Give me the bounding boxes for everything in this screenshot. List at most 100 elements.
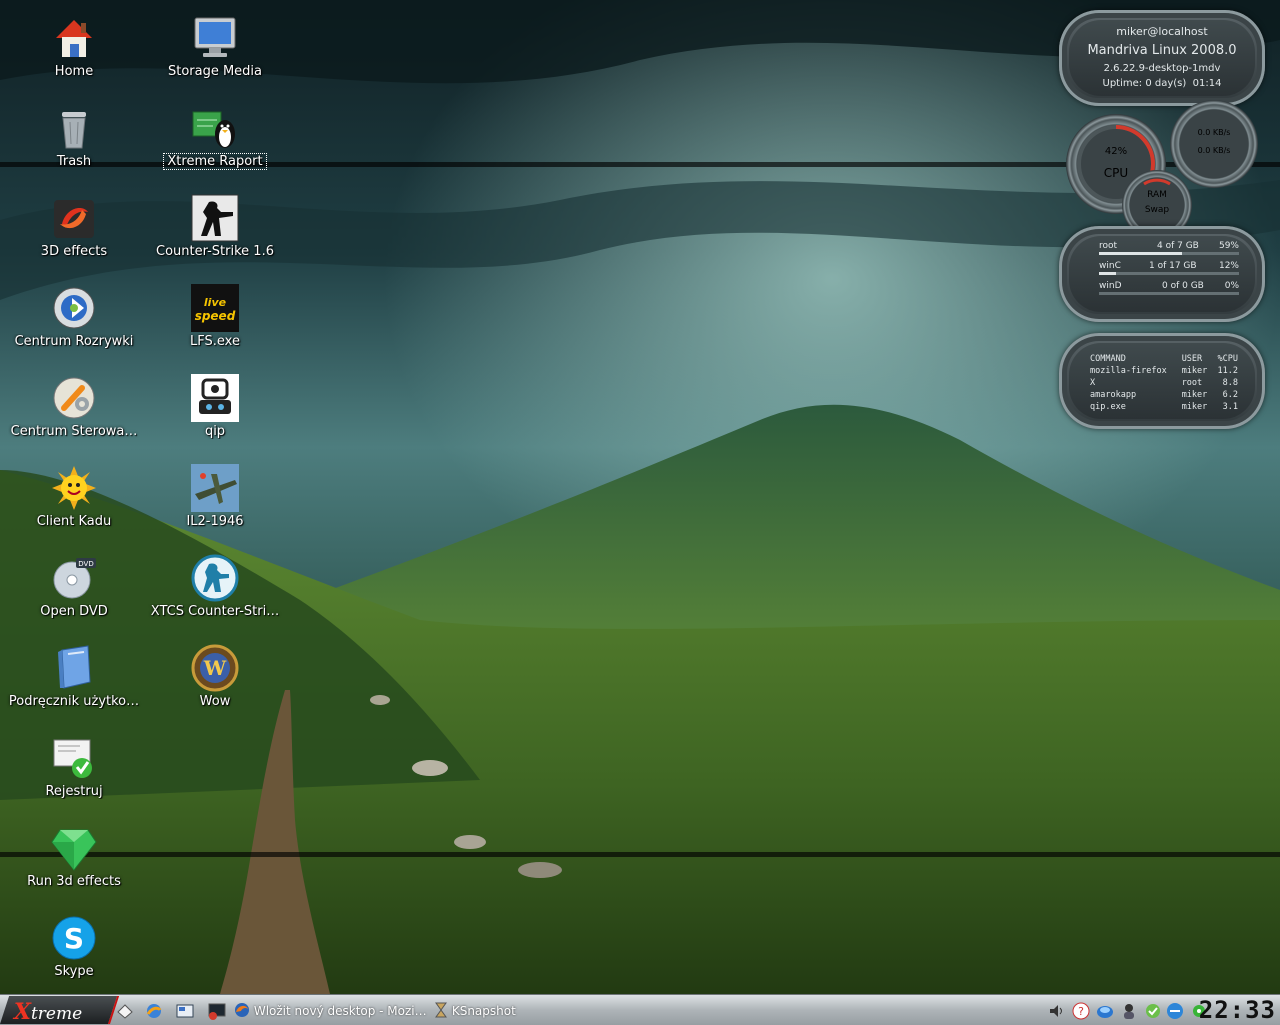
disk-bar xyxy=(1099,292,1239,295)
icon-label: Centrum Rozrywki xyxy=(14,334,134,349)
task-label: Wložit nový desktop - Mozi… xyxy=(253,1004,427,1018)
svg-text:?: ? xyxy=(1078,1005,1084,1018)
desktop-icon-home[interactable]: Home xyxy=(4,14,144,83)
show-desktop-icon[interactable] xyxy=(116,1002,134,1020)
desktop-icon-trash[interactable]: Trash xyxy=(4,104,144,173)
clock[interactable]: 22:33 xyxy=(1199,997,1276,1023)
disk-percent: 59% xyxy=(1218,241,1239,251)
icon-label: Skype xyxy=(54,964,94,979)
volume-icon[interactable] xyxy=(1048,1002,1066,1020)
icon-label: Counter-Strike 1.6 xyxy=(156,244,274,259)
desktop-icon-rejestruj[interactable]: Rejestruj xyxy=(4,734,144,803)
icon-label: Podręcznik użytko… xyxy=(8,694,140,709)
desktop-icon-qip[interactable]: qip xyxy=(145,374,285,443)
network-tray-icon[interactable] xyxy=(1096,1002,1114,1020)
col-user: USER xyxy=(1181,354,1203,364)
process-list-widget: COMMAND USER %CPU mozilla-firefox miker … xyxy=(1059,333,1265,429)
desktop-icon-wow[interactable]: W Wow xyxy=(145,644,285,713)
manual-book-icon xyxy=(58,645,91,689)
svg-text:live: live xyxy=(204,296,227,309)
disk-usage: 1 of 17 GB xyxy=(1149,261,1197,271)
start-menu-logo: Xtreme xyxy=(13,999,83,1025)
disk-name: root xyxy=(1099,241,1118,251)
desktop-icon-counter-strike[interactable]: Counter-Strike 1.6 xyxy=(145,194,285,263)
desktop-icon-il2-1946[interactable]: IL2-1946 xyxy=(145,464,285,533)
home-icon xyxy=(56,20,92,57)
skype-icon: S xyxy=(52,916,96,960)
svg-text:W: W xyxy=(203,656,227,680)
il2-plane-icon xyxy=(191,464,239,512)
taskbar: Xtreme Wložit nový desktop - Mozi… KSnap… xyxy=(0,994,1280,1025)
browser-launcher-icon[interactable] xyxy=(145,1002,163,1020)
disk-row-root: root 4 of 7 GB 59% xyxy=(1099,241,1239,255)
col-cpu: %CPU xyxy=(1217,354,1238,364)
messenger-tray-icon[interactable] xyxy=(1166,1002,1184,1020)
icon-label: LFS.exe xyxy=(190,334,240,349)
xtcs-icon xyxy=(191,554,239,602)
tux-report-icon xyxy=(192,111,235,148)
net-upload: 0.0 KB/s xyxy=(1197,128,1231,137)
disk-row-winc: winC 1 of 17 GB 12% xyxy=(1099,261,1239,275)
user-host: miker@localhost xyxy=(1116,25,1208,38)
disk-bar xyxy=(1099,272,1239,275)
control-center-icon xyxy=(53,377,95,419)
icon-label: qip xyxy=(204,424,226,439)
disk-row-wind: winD 0 of 0 GB 0% xyxy=(1099,281,1239,295)
desktop-icon-lfs[interactable]: live speed LFS.exe xyxy=(145,284,285,353)
task-firefox[interactable]: Wložit nový desktop - Mozi… xyxy=(234,1001,428,1021)
disk-percent: 12% xyxy=(1218,261,1239,271)
desktop-icon-skype[interactable]: S Skype xyxy=(4,914,144,983)
desktop-icon-client-kadu[interactable]: Client Kadu xyxy=(4,464,144,533)
task-label: KSnapshot xyxy=(451,1004,516,1018)
desktop-icon-run-3d-effects[interactable]: Run 3d effects xyxy=(4,824,144,893)
svg-text:speed: speed xyxy=(195,309,236,323)
disk-usage: 0 of 0 GB xyxy=(1162,281,1204,291)
file-manager-icon[interactable] xyxy=(176,1002,194,1020)
icon-label: Wow xyxy=(199,694,231,709)
desktop-icon-centrum-rozrywki[interactable]: Centrum Rozrywki xyxy=(4,284,144,353)
trash-icon xyxy=(62,112,86,149)
3d-effects-icon xyxy=(54,200,94,238)
start-menu-button[interactable]: Xtreme xyxy=(0,996,120,1025)
user-tray-icon[interactable] xyxy=(1120,1002,1138,1020)
wow-icon: W xyxy=(191,644,239,692)
ram-label: RAM xyxy=(1147,190,1167,200)
desktop-icon-podrecznik[interactable]: Podręcznik użytko… xyxy=(4,644,144,713)
icon-label: Run 3d effects xyxy=(27,874,121,889)
counter-strike-icon xyxy=(191,194,239,242)
col-command: COMMAND xyxy=(1090,354,1126,364)
disk-name: winC xyxy=(1099,261,1121,271)
desktop-icon-3d-effects[interactable]: 3D effects xyxy=(4,194,144,263)
desktop-icon-storage-media[interactable]: Storage Media xyxy=(145,14,285,83)
svg-text:DVD: DVD xyxy=(78,560,93,568)
icon-label: Trash xyxy=(56,154,92,169)
svg-text:S: S xyxy=(64,922,84,955)
icon-label: Xtreme Raport xyxy=(163,153,267,170)
monitor-icon xyxy=(194,17,236,57)
disk-bar xyxy=(1099,252,1239,255)
table-row: mozilla-firefox miker 11.2 xyxy=(1090,366,1238,376)
help-icon[interactable]: ? xyxy=(1072,1002,1090,1020)
uptime: Uptime: 0 day(s) 01:14 xyxy=(1059,78,1265,89)
icon-label: 3D effects xyxy=(40,244,108,259)
system-info-widget: miker@localhost Mandriva Linux 2008.0 2.… xyxy=(1059,10,1265,106)
icon-label: IL2-1946 xyxy=(186,514,244,529)
desktop-icon-xtcs[interactable]: XTCS Counter-Stri… xyxy=(145,554,285,623)
desktop-icon-xtreme-raport[interactable]: Xtreme Raport xyxy=(145,104,285,173)
swap-label: Swap xyxy=(1144,205,1170,215)
table-row: X root 8.8 xyxy=(1090,378,1238,388)
table-header: COMMAND USER %CPU xyxy=(1089,353,1239,365)
qip-icon xyxy=(191,374,239,422)
icon-label: Centrum Sterowa… xyxy=(10,424,138,439)
desktop-icon-open-dvd[interactable]: DVD Open DVD xyxy=(4,554,144,623)
terminal-icon[interactable] xyxy=(208,1002,226,1020)
desktop-icon-centrum-sterowania[interactable]: Centrum Sterowa… xyxy=(4,374,144,443)
icon-label: Open DVD xyxy=(40,604,108,619)
disk-name: winD xyxy=(1099,281,1122,291)
updates-icon[interactable] xyxy=(1144,1002,1162,1020)
icon-label: Home xyxy=(54,64,94,79)
lfs-icon: live speed xyxy=(191,284,239,332)
process-table: COMMAND USER %CPU mozilla-firefox miker … xyxy=(1089,353,1239,413)
icon-label: Rejestruj xyxy=(45,784,103,799)
task-ksnapshot[interactable]: KSnapshot xyxy=(434,1001,534,1021)
